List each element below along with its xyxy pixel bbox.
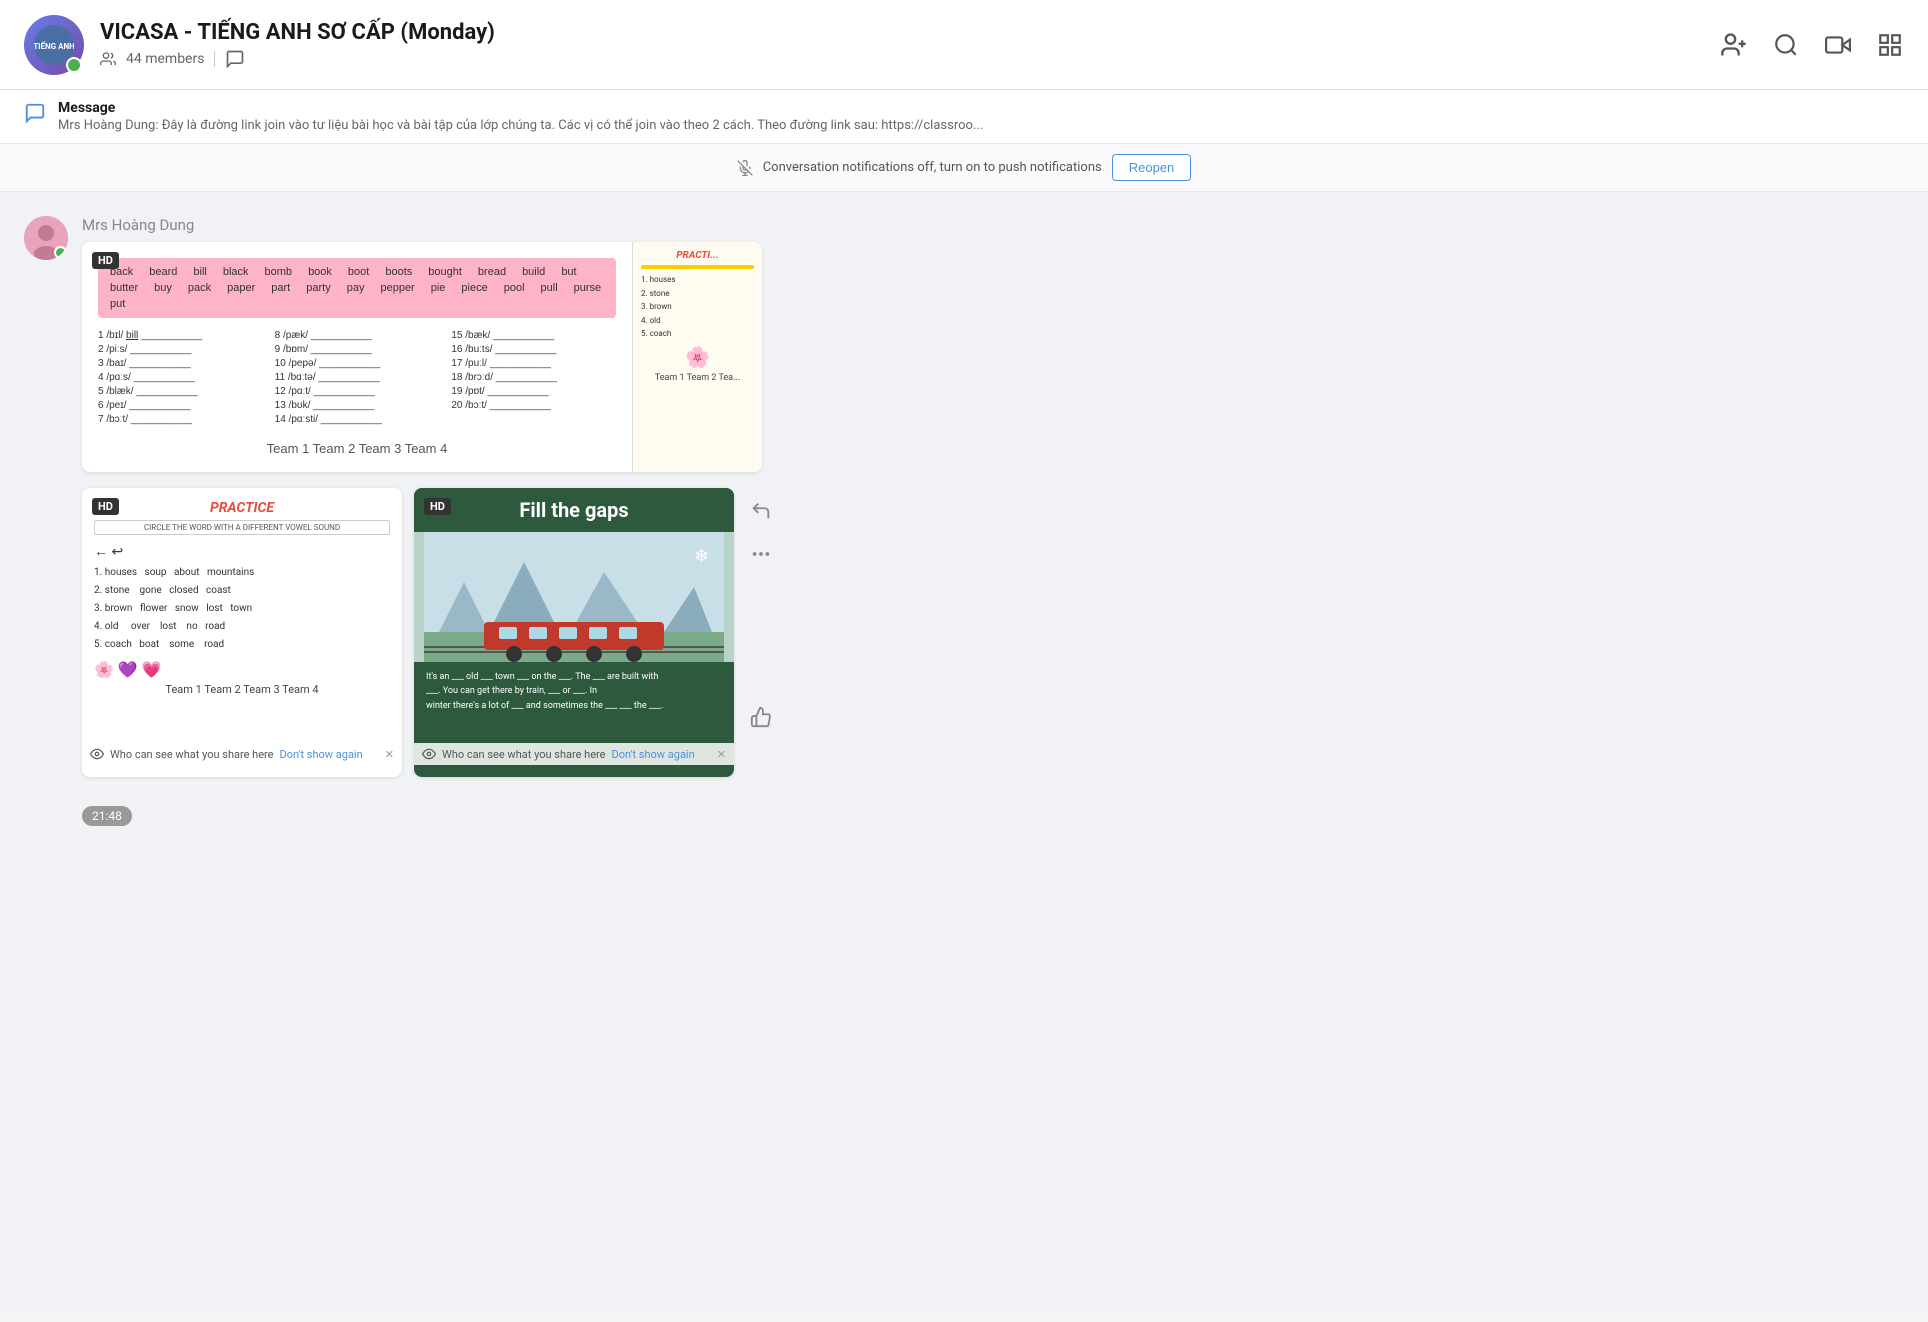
- notification-bar: Conversation notifications off, turn on …: [0, 144, 1928, 192]
- close-who-can-see[interactable]: ✕: [385, 748, 394, 761]
- pinned-label: Message: [58, 100, 1904, 116]
- add-member-button[interactable]: [1720, 31, 1748, 59]
- exercise-item: 1 /bɪl/ bill ___________: [98, 330, 263, 341]
- exercise-item: 15 /bæk/ ___________: [451, 330, 616, 341]
- message-icon: [24, 102, 46, 129]
- who-can-see-bar-practice: Who can see what you share here Don't sh…: [82, 743, 402, 765]
- header-left: TIẾNG ANH VICASA - TIẾNG ANH SƠ CẤP (Mon…: [24, 15, 495, 75]
- side-practice-card: PRACTI... 1. houses 2. stone 3. brown 4.…: [632, 242, 762, 472]
- practice-title: PRACTICE: [94, 500, 390, 516]
- header-actions: [1720, 31, 1904, 59]
- pinned-content[interactable]: Message Mrs Hoàng Dung: Đây là đường lin…: [58, 100, 1904, 133]
- svg-text:TIẾNG ANH: TIẾNG ANH: [34, 42, 74, 51]
- practice-card[interactable]: HD PRACTICE CIRCLE THE WORD WITH A DIFFE…: [82, 488, 402, 777]
- bottom-images-row: HD PRACTICE CIRCLE THE WORD WITH A DIFFE…: [82, 488, 1904, 777]
- exercise-item: 8 /pæk/ ___________: [275, 330, 440, 341]
- side-practice-title: PRACTI...: [641, 250, 754, 261]
- fill-text-area: It's an ___ old ___ town ___ on the ___.…: [414, 662, 734, 721]
- worksheet-body: back beard bill black bomb book boot boo…: [82, 242, 632, 472]
- exercise-item: 9 /bɒm/ ___________: [275, 344, 440, 355]
- message-content: Mrs Hoàng Dung HD back beard: [82, 216, 1904, 777]
- chat-bubble-icon[interactable]: [225, 49, 245, 69]
- fill-dont-show-link[interactable]: Don't show again: [612, 748, 695, 761]
- exercise-item: 13 /bʊk/ ___________: [275, 400, 440, 411]
- group-avatar[interactable]: TIẾNG ANH: [24, 15, 84, 75]
- layout-button[interactable]: [1876, 31, 1904, 59]
- who-can-see-text: Who can see what you share here: [110, 748, 274, 761]
- chat-area: Mrs Hoàng Dung HD back beard: [0, 192, 1928, 1312]
- hd-badge: HD: [92, 252, 119, 269]
- practice-team-row: Team 1 Team 2 Team 3 Team 4: [94, 683, 390, 696]
- members-count: 44 members: [126, 51, 204, 67]
- worksheet-main: back beard bill black bomb book boot boo…: [82, 242, 632, 472]
- eye-icon-2: [422, 747, 436, 761]
- practice-list: 1. houses soup about mountains 2. stone …: [94, 564, 390, 654]
- reopen-button[interactable]: Reopen: [1112, 154, 1192, 181]
- exercise-item: 17 /puːl/ ___________: [451, 358, 616, 369]
- like-button[interactable]: [746, 702, 776, 737]
- fill-image-area: ❄: [414, 532, 734, 662]
- practice-subtitle: CIRCLE THE WORD WITH A DIFFERENT VOWEL S…: [94, 520, 390, 535]
- video-button[interactable]: [1824, 31, 1852, 59]
- who-can-see-bar-fill: Who can see what you share here Don't sh…: [414, 743, 734, 765]
- exercise-item: 5 /blæk/ ___________: [98, 386, 263, 397]
- train-scene-svg: ❄: [424, 532, 724, 662]
- exercise-item: 3 /baɪ/ ___________: [98, 358, 263, 369]
- practice-hd-badge: HD: [92, 498, 119, 515]
- message-block: Mrs Hoàng Dung HD back beard: [24, 216, 1904, 777]
- side-team-label: Team 1 Team 2 Tea...: [641, 373, 754, 383]
- sender-online-badge: [54, 246, 67, 259]
- worksheet-footer: Team 1 Team 2 Team 3 Team 4: [98, 441, 616, 456]
- pinned-text: Mrs Hoàng Dung: Đây là đường link join v…: [58, 118, 1658, 133]
- exercise-item: 20 /bɔːt/ ___________: [451, 400, 616, 411]
- notification-text: Conversation notifications off, turn on …: [763, 160, 1102, 175]
- fill-hd-badge: HD: [424, 498, 451, 515]
- mute-icon: [737, 160, 753, 176]
- fill-title: Fill the gaps: [414, 488, 734, 532]
- exercise-item: 18 /brɔːd/ ___________: [451, 372, 616, 383]
- exercise-item: 16 /buːts/ ___________: [451, 344, 616, 355]
- header-meta: 44 members: [100, 49, 495, 69]
- fill-card[interactable]: HD Fill the gaps: [414, 488, 734, 777]
- search-button[interactable]: [1772, 31, 1800, 59]
- exercise-item: 2 /piːs/ ___________: [98, 344, 263, 355]
- exercise-item: 14 /pɑːsti/ ___________: [275, 414, 440, 425]
- header: TIẾNG ANH VICASA - TIẾNG ANH SƠ CẤP (Mon…: [0, 0, 1928, 90]
- exercise-item: 19 /pɒt/ ___________: [451, 386, 616, 397]
- more-options-button[interactable]: [746, 539, 776, 574]
- meta-divider: [214, 51, 215, 67]
- dont-show-link[interactable]: Don't show again: [280, 748, 363, 761]
- exercise-item: 4 /pɑːs/ ___________: [98, 372, 263, 383]
- side-practice-list: 1. houses 2. stone 3. brown 4. old 5. co…: [641, 273, 754, 341]
- svg-text:❄: ❄: [694, 546, 709, 567]
- exercise-item: 11 /bɑːtə/ ___________: [275, 372, 440, 383]
- fill-who-can-see-text: Who can see what you share here: [442, 748, 606, 761]
- flower-decoration: 🌸: [641, 345, 754, 369]
- fill-close-who-can-see[interactable]: ✕: [717, 748, 726, 761]
- word-bank: back beard bill black bomb book boot boo…: [98, 258, 616, 318]
- eye-icon: [90, 747, 104, 761]
- sender-avatar[interactable]: [24, 216, 68, 260]
- header-info: VICASA - TIẾNG ANH SƠ CẤP (Monday) 44 me…: [100, 20, 495, 69]
- exercise-item: 12 /pɑːt/ ___________: [275, 386, 440, 397]
- sender-name: Mrs Hoàng Dung: [82, 216, 1904, 234]
- timestamp-area: 21:48: [24, 797, 1904, 826]
- members-icon: [100, 51, 116, 67]
- timestamp-badge: 21:48: [82, 806, 132, 826]
- worksheet-image[interactable]: HD back beard bill black: [82, 242, 762, 472]
- exercise-item: 7 /bɔːt/ ___________: [98, 414, 263, 425]
- exercise-item: 6 /peɪ/ ___________: [98, 400, 263, 411]
- group-title: VICASA - TIẾNG ANH SƠ CẤP (Monday): [100, 20, 495, 45]
- pinned-message: Message Mrs Hoàng Dung: Đây là đường lin…: [0, 90, 1928, 144]
- exercise-item: 10 /pepə/ ___________: [275, 358, 440, 369]
- practice-inner: PRACTICE CIRCLE THE WORD WITH A DIFFEREN…: [82, 488, 402, 708]
- online-badge: [66, 57, 82, 73]
- message-actions: [746, 496, 784, 777]
- reply-button[interactable]: [746, 496, 776, 531]
